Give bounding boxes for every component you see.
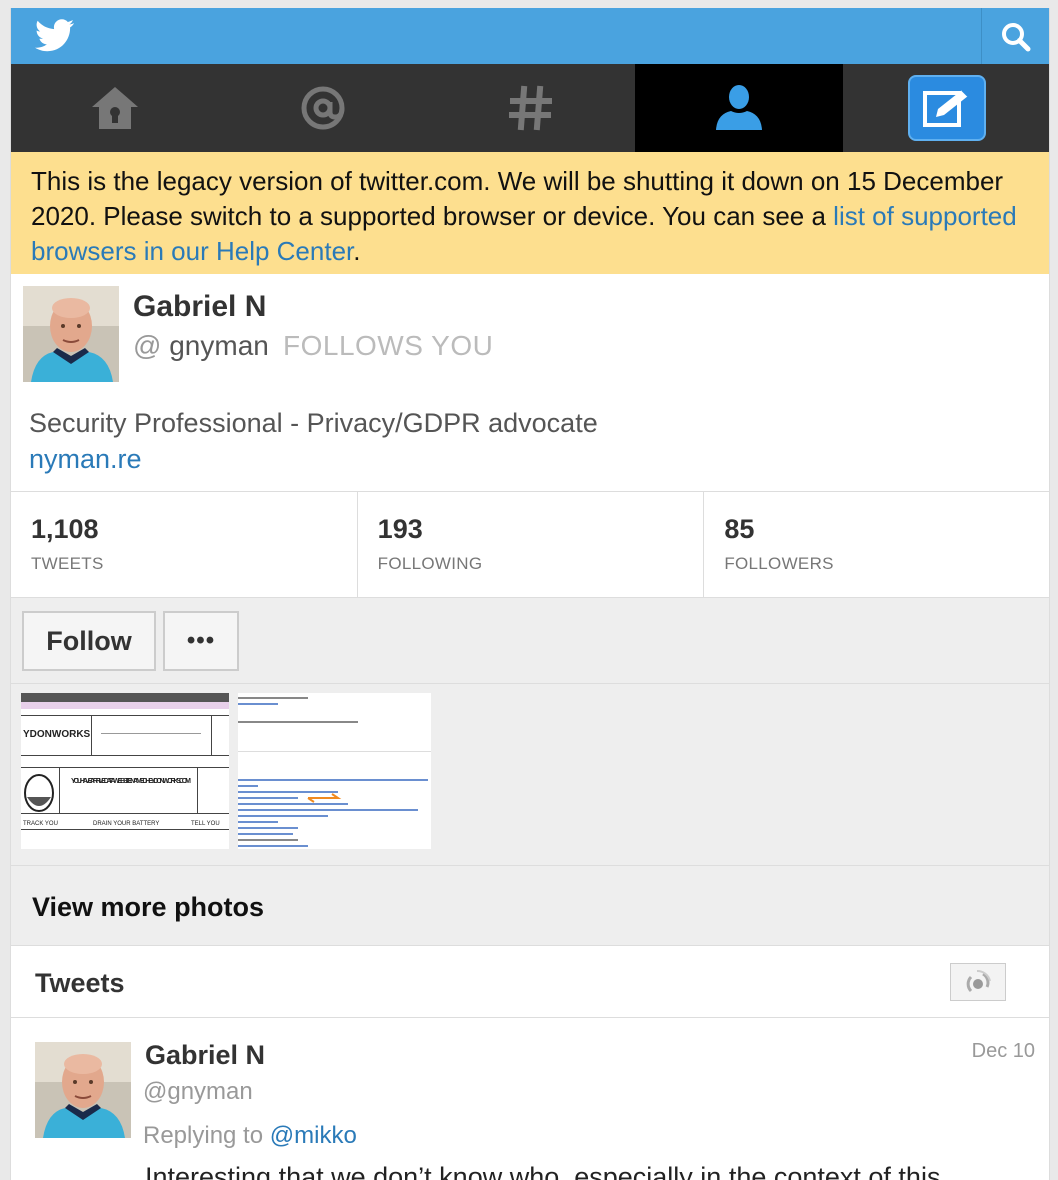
photo-thumbnail[interactable]: YDONWORKS YOU HAVE ARRIVED AT A WEBSITE … — [21, 693, 229, 849]
follows-you-badge: FOLLOWS YOU — [283, 330, 494, 361]
reply-to-link[interactable]: @mikko — [270, 1122, 357, 1149]
stat-value: 1,108 — [31, 514, 99, 544]
tweet-date[interactable]: Dec 10 — [972, 1040, 1035, 1063]
profile-handle: @ gnyman — [133, 330, 269, 362]
avatar-image — [35, 1042, 131, 1138]
profile-url-link[interactable]: nyman.re — [29, 444, 142, 475]
stat-tweets[interactable]: 1,108 TWEETS — [11, 492, 358, 598]
twitter-bird-icon[interactable] — [35, 18, 75, 54]
stat-value: 193 — [377, 514, 423, 544]
thumb-brand-text: YDONWORKS — [23, 729, 91, 740]
photo-image: YDONWORKS YOU HAVE ARRIVED AT A WEBSITE … — [21, 693, 229, 849]
tab-discover[interactable] — [427, 64, 635, 152]
refresh-button[interactable] — [950, 963, 1006, 1001]
search-icon — [1002, 23, 1031, 52]
app-frame: This is the legacy version of twitter.co… — [10, 8, 1050, 1180]
photo-strip: YDONWORKS YOU HAVE ARRIVED AT A WEBSITE … — [11, 684, 1049, 866]
thumb-footer-3: TELL YOU — [191, 821, 220, 827]
profile-handle-text: gnyman — [169, 330, 269, 361]
tab-connect[interactable] — [219, 64, 427, 152]
follow-button[interactable]: Follow — [22, 611, 156, 671]
stat-followers[interactable]: 85 FOLLOWERS — [704, 492, 1049, 598]
tweet-author-handle: @gnyman — [143, 1078, 253, 1105]
more-options-button[interactable]: ••• — [163, 611, 239, 671]
tweet-text: Interesting that we don’t know who, espe… — [145, 1162, 941, 1180]
profile-avatar[interactable] — [23, 286, 119, 382]
legacy-banner: This is the legacy version of twitter.co… — [11, 152, 1049, 274]
stat-value: 85 — [724, 514, 755, 544]
profile-name: Gabriel N — [133, 290, 267, 323]
avatar-image — [23, 286, 119, 382]
home-icon — [92, 87, 138, 129]
profile-bio: Security Professional - Privacy/GDPR adv… — [29, 408, 598, 438]
person-icon — [716, 85, 762, 130]
photo-thumbnail[interactable] — [238, 693, 431, 849]
at-symbol: @ — [133, 330, 162, 361]
stat-label: TWEETS — [31, 554, 104, 573]
profile-stats: 1,108 TWEETS 193 FOLLOWING 85 FOLLOWERS — [11, 492, 1049, 598]
view-more-photos-label: View more photos — [32, 892, 265, 922]
tweet-author-name[interactable]: Gabriel N — [145, 1040, 265, 1071]
top-bar — [11, 8, 1049, 64]
view-more-photos[interactable]: View more photos — [11, 866, 1049, 946]
hashtag-icon — [509, 85, 552, 131]
tab-compose[interactable] — [843, 64, 1049, 152]
thumb-headline-text: YOU HAVE ARRIVED AT A WEBSITE NAMED HEYD… — [71, 778, 191, 785]
photo-image — [238, 693, 431, 849]
thumb-footer-2: DRAIN YOUR BATTERY — [93, 821, 159, 827]
tweets-header: Tweets — [11, 946, 1049, 1018]
reply-prefix: Replying to — [143, 1122, 270, 1149]
tweet-reply-context: Replying to @mikko — [143, 1122, 357, 1150]
tab-home[interactable] — [11, 64, 219, 152]
tweet-item[interactable]: Gabriel N @gnyman Dec 10 Replying to @mi… — [11, 1018, 1049, 1180]
profile-card: Gabriel N @ gnyman FOLLOWS YOU Security … — [11, 274, 1049, 492]
search-button[interactable] — [981, 8, 1049, 64]
tab-me[interactable] — [635, 64, 843, 152]
stat-label: FOLLOWING — [377, 554, 483, 573]
main-nav — [11, 64, 1049, 152]
compose-button[interactable] — [908, 75, 986, 141]
compose-icon — [923, 89, 969, 127]
banner-end: . — [353, 236, 361, 266]
tweet-avatar[interactable] — [35, 1042, 131, 1138]
stat-following[interactable]: 193 FOLLOWING — [358, 492, 705, 598]
thumb-footer-1: TRACK YOU — [23, 821, 58, 827]
profile-actions: Follow ••• — [11, 598, 1049, 684]
refresh-icon — [966, 969, 991, 993]
tweets-title: Tweets — [35, 968, 125, 998]
stat-label: FOLLOWERS — [724, 554, 834, 573]
at-icon — [301, 86, 345, 130]
